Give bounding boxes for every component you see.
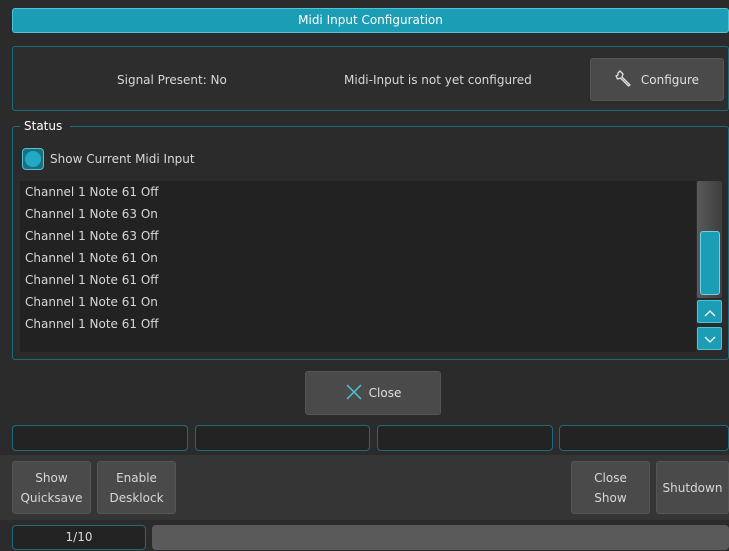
signal-panel: Signal Present: No Midi-Input is not yet… — [12, 46, 729, 111]
close-show-label-line1: Close — [594, 470, 627, 485]
configure-button[interactable]: Configure — [590, 58, 724, 101]
enable-desklock-label-line1: Enable — [116, 470, 157, 485]
list-item: Channel 1 Note 61 Off — [25, 317, 159, 331]
chevron-down-icon — [704, 329, 716, 348]
empty-slot-4[interactable] — [559, 425, 729, 451]
close-show-label-line2: Show — [594, 490, 627, 505]
toggle-checked-indicator — [25, 151, 41, 167]
list-item: Channel 1 Note 63 Off — [25, 229, 159, 243]
page-indicator[interactable]: 1/10 — [12, 525, 146, 550]
scroll-down-button[interactable] — [697, 327, 722, 350]
toggle-label: Show Current Midi Input — [50, 152, 195, 166]
show-midi-input-toggle[interactable]: Show Current Midi Input — [22, 148, 195, 170]
midi-message-list[interactable]: Channel 1 Note 61 Off Channel 1 Note 63 … — [20, 181, 696, 352]
close-button[interactable]: Close — [305, 371, 441, 415]
close-show-button[interactable]: Close Show — [571, 461, 650, 514]
chevron-up-icon — [704, 302, 716, 321]
empty-slot-3[interactable] — [377, 425, 553, 451]
x-icon — [345, 383, 363, 404]
list-item: Channel 1 Note 61 Off — [25, 273, 159, 287]
window-title: Midi Input Configuration — [12, 8, 729, 33]
list-item: Channel 1 Note 61 On — [25, 295, 158, 309]
footer-bar[interactable] — [152, 525, 729, 550]
empty-slot-2[interactable] — [195, 425, 370, 451]
scroll-up-button[interactable] — [697, 300, 722, 323]
empty-slot-1[interactable] — [12, 425, 188, 451]
show-quicksave-label-line2: Quicksave — [20, 490, 83, 505]
enable-desklock-label-line2: Desklock — [109, 490, 164, 505]
toggle-checkbox[interactable] — [22, 148, 44, 170]
show-quicksave-label-line1: Show — [35, 470, 68, 485]
close-button-label: Close — [368, 386, 402, 400]
shutdown-label: Shutdown — [662, 480, 723, 495]
configure-button-label: Configure — [640, 72, 700, 87]
show-quicksave-button[interactable]: Show Quicksave — [12, 461, 91, 514]
wrench-icon — [615, 69, 633, 90]
config-status-text: Midi-Input is not yet configured — [344, 73, 532, 87]
list-item: Channel 1 Note 61 Off — [25, 185, 159, 199]
enable-desklock-button[interactable]: Enable Desklock — [97, 461, 176, 514]
signal-present-text: Signal Present: No — [117, 73, 227, 87]
status-legend: Status — [20, 119, 71, 133]
list-item: Channel 1 Note 61 On — [25, 251, 158, 265]
shutdown-button[interactable]: Shutdown — [656, 461, 729, 514]
list-item: Channel 1 Note 63 On — [25, 207, 158, 221]
scrollbar-thumb[interactable] — [700, 231, 720, 295]
